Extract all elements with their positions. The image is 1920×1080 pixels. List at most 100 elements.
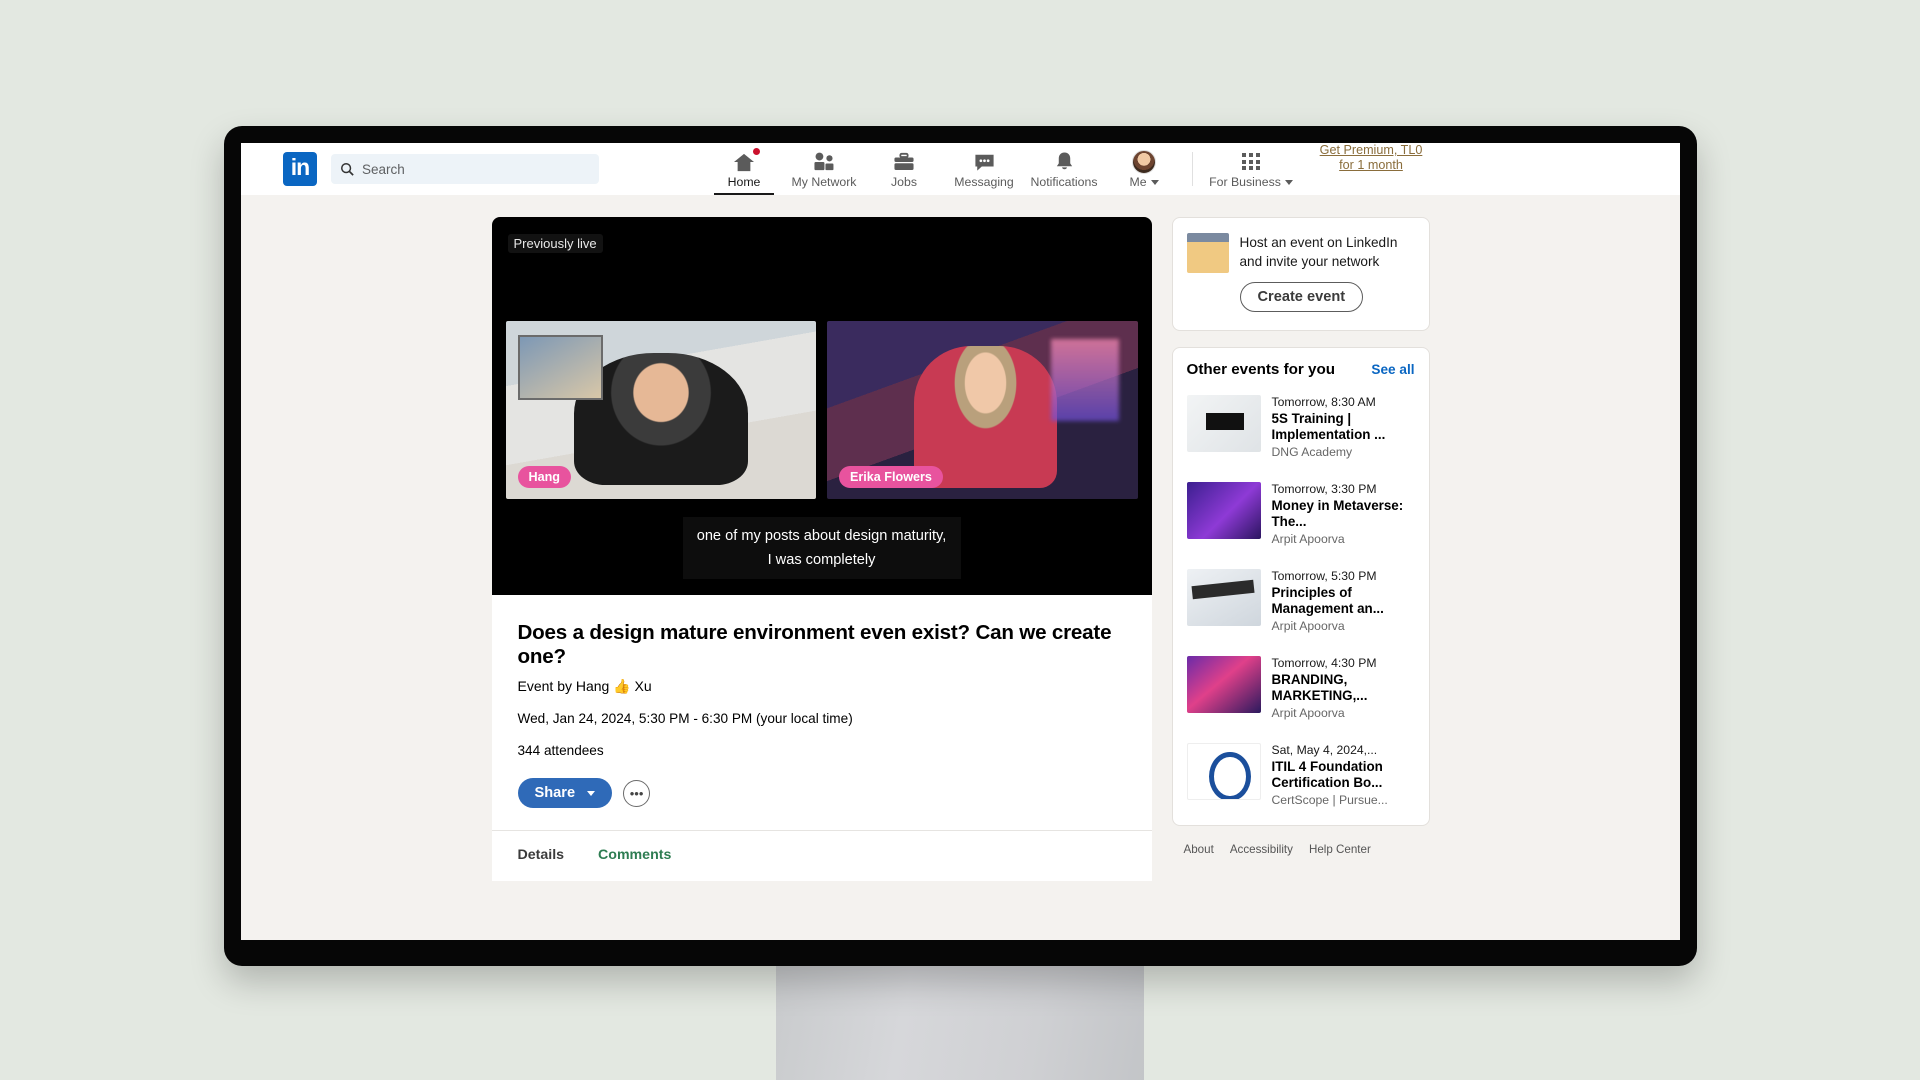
- desktop-scene: in Home: [0, 0, 1920, 1080]
- linkedin-logo-icon[interactable]: in: [283, 152, 317, 186]
- nav-items: Home My Network Jobs Messaging Notificat…: [704, 143, 1431, 195]
- tab-comments[interactable]: Comments: [598, 847, 671, 863]
- nav-item-home[interactable]: Home: [704, 143, 784, 195]
- bell-icon: [1054, 149, 1075, 174]
- nav-label: Messaging: [954, 175, 1014, 189]
- event-list-item[interactable]: Tomorrow, 5:30 PM Principles of Manageme…: [1173, 558, 1429, 645]
- nav-item-for-business[interactable]: For Business: [1201, 143, 1301, 195]
- search-icon: [341, 163, 354, 176]
- share-label: Share: [534, 785, 576, 801]
- event-datetime: Wed, Jan 24, 2024, 5:30 PM - 6:30 PM (yo…: [517, 711, 853, 726]
- for-business-label: For Business: [1209, 175, 1281, 189]
- speaker-tile-1: Hang: [505, 321, 816, 499]
- event-thumbnail: [1186, 656, 1261, 713]
- event-by-prefix: Event by: [517, 678, 576, 694]
- host-event-promo-card: Host an event on LinkedIn and invite you…: [1171, 217, 1430, 331]
- event-name: 5S Training | Implementation ...: [1271, 411, 1386, 442]
- tab-details[interactable]: Details: [518, 847, 565, 863]
- event-thumbnail: [1186, 569, 1261, 626]
- get-premium-link[interactable]: Get Premium, TL0 for 1 month: [1311, 143, 1431, 173]
- event-name: ITIL 4 Foundation Certification Bo...: [1271, 759, 1383, 790]
- host-promo-text: Host an event on LinkedIn and invite you…: [1239, 235, 1398, 269]
- event-thumbnail: [1186, 482, 1261, 539]
- nav-item-my-network[interactable]: My Network: [784, 143, 864, 195]
- event-list-item[interactable]: Tomorrow, 3:30 PM Money in Metaverse: Th…: [1173, 471, 1429, 558]
- previously-live-badge: Previously live: [507, 234, 603, 253]
- event-organizer: Arpit Apoorva: [1271, 532, 1345, 546]
- speaker-name-tag: Erika Flowers: [839, 466, 943, 488]
- speaker-tiles: Hang Erika Flowers: [505, 321, 1138, 499]
- linkedin-top-nav: in Home: [241, 143, 1680, 195]
- event-details-card: Does a design mature environment even ex…: [491, 595, 1152, 830]
- search-box[interactable]: [331, 154, 599, 184]
- search-input[interactable]: [362, 161, 590, 177]
- monitor-frame: in Home: [224, 126, 1697, 966]
- event-list-item[interactable]: Sat, May 4, 2024,... ITIL 4 Foundation C…: [1173, 732, 1429, 819]
- nav-label: Me: [1129, 175, 1147, 189]
- calendar-icon: [1186, 233, 1229, 273]
- other-events-header: Other events for you See all: [1173, 361, 1429, 384]
- event-thumbnail: [1186, 743, 1261, 800]
- briefcase-icon: [893, 149, 915, 174]
- event-organizer: DNG Academy: [1271, 445, 1353, 459]
- home-icon: [733, 146, 762, 174]
- nav-divider: [1192, 152, 1193, 186]
- page-body: Previously live Hang Erika Flowers one o…: [241, 195, 1680, 940]
- event-tabs: Details Comments: [491, 830, 1152, 881]
- event-name: BRANDING, MARKETING,...: [1271, 672, 1368, 703]
- people-icon: [812, 149, 836, 174]
- event-host-line: Event by Hang 👍 Xu: [518, 678, 1126, 695]
- event-name: Principles of Management an...: [1271, 585, 1384, 616]
- event-video-player[interactable]: Previously live Hang Erika Flowers one o…: [491, 217, 1152, 595]
- event-organizer: Arpit Apoorva: [1271, 706, 1345, 720]
- nav-label: My Network: [791, 175, 857, 189]
- monitor-stand: [776, 966, 1144, 1080]
- premium-line-2: for 1 month: [1339, 158, 1403, 172]
- event-when: Sat, May 4, 2024,...: [1271, 743, 1378, 757]
- event-when: Tomorrow, 4:30 PM: [1271, 656, 1377, 670]
- event-attendees-count: 344 attendees: [517, 743, 604, 758]
- chevron-down-icon: [1284, 180, 1293, 185]
- footer-link-accessibility[interactable]: Accessibility: [1230, 843, 1293, 856]
- event-list-item[interactable]: Tomorrow, 4:30 PM BRANDING, MARKETING,..…: [1173, 645, 1429, 732]
- event-actions: Share •••: [517, 778, 1126, 830]
- other-events-heading: Other events for you: [1186, 361, 1336, 378]
- nav-item-jobs[interactable]: Jobs: [864, 143, 944, 195]
- premium-line-1: Get Premium, TL0: [1319, 143, 1423, 157]
- event-when: Tomorrow, 8:30 AM: [1271, 395, 1376, 409]
- nav-item-me[interactable]: Me: [1104, 143, 1184, 195]
- footer-link-about[interactable]: About: [1184, 843, 1214, 856]
- event-when: Tomorrow, 5:30 PM: [1271, 569, 1377, 583]
- event-thumbnail: [1186, 395, 1261, 452]
- footer-links: About Accessibility Help Center: [1172, 843, 1430, 856]
- event-title: Does a design mature environment even ex…: [517, 621, 1112, 668]
- right-sidebar: Host an event on LinkedIn and invite you…: [1171, 217, 1430, 940]
- main-column: Previously live Hang Erika Flowers one o…: [491, 217, 1152, 940]
- see-all-link[interactable]: See all: [1371, 362, 1414, 377]
- message-icon: [973, 149, 996, 174]
- avatar: [1132, 149, 1156, 174]
- nav-item-notifications[interactable]: Notifications: [1024, 143, 1104, 195]
- footer-link-help-center[interactable]: Help Center: [1309, 843, 1371, 856]
- nav-label: Home: [727, 175, 761, 189]
- more-options-button[interactable]: •••: [623, 779, 651, 807]
- share-button[interactable]: Share: [517, 778, 613, 808]
- event-list-item[interactable]: Tomorrow, 8:30 AM 5S Training | Implemen…: [1173, 384, 1429, 471]
- chevron-down-icon: [1150, 180, 1159, 185]
- event-organizer: CertScope | Pursue...: [1271, 793, 1388, 807]
- grid-icon: [1242, 149, 1260, 174]
- nav-label: Notifications: [1030, 175, 1098, 189]
- create-event-button[interactable]: Create event: [1239, 282, 1364, 312]
- event-organizer: Arpit Apoorva: [1271, 619, 1345, 633]
- nav-label: Jobs: [891, 175, 917, 189]
- screen: in Home: [241, 143, 1680, 940]
- event-host-name[interactable]: Hang 👍 Xu: [576, 678, 652, 694]
- chevron-down-icon: [587, 790, 596, 796]
- notification-badge: [751, 146, 762, 157]
- video-caption: one of my posts about design maturity, I…: [682, 517, 961, 579]
- speaker-tile-2: Erika Flowers: [827, 321, 1138, 499]
- event-when: Tomorrow, 3:30 PM: [1271, 482, 1377, 496]
- other-events-card: Other events for you See all Tomorrow, 8…: [1171, 347, 1430, 826]
- speaker-name-tag: Hang: [517, 466, 571, 488]
- nav-item-messaging[interactable]: Messaging: [944, 143, 1024, 195]
